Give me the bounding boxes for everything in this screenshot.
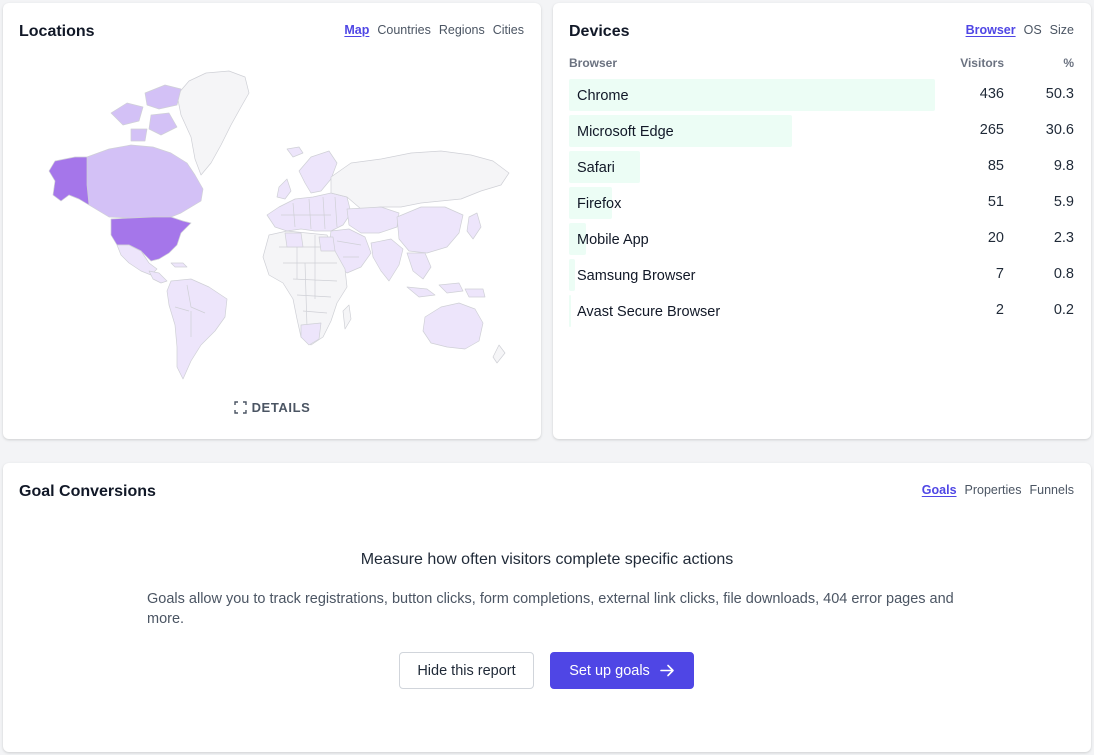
visitor-percent: 5.9 [1053, 194, 1074, 210]
map-europe [266, 192, 352, 232]
tab-goals[interactable]: Goals [922, 483, 957, 497]
visitor-percent: 2.3 [1053, 230, 1074, 246]
visitor-percent: 0.2 [1053, 302, 1074, 318]
map-south-america [166, 278, 228, 380]
tab-size[interactable]: Size [1050, 23, 1074, 37]
empty-state-title: Measure how often visitors complete spec… [360, 551, 734, 568]
tab-cities[interactable]: Cities [493, 23, 524, 37]
map-china [396, 206, 464, 254]
tab-map[interactable]: Map [344, 23, 369, 37]
browser-name[interactable]: Microsoft Edge [577, 124, 674, 140]
table-row[interactable]: Samsung Browser 7 0.8 [569, 259, 1074, 291]
browser-name[interactable]: Safari [577, 160, 615, 176]
column-header-percent[interactable]: % [1063, 56, 1074, 70]
map-canada [86, 144, 204, 219]
empty-state-description: Goals allow you to track registrations, … [147, 591, 954, 627]
devices-title: Devices [569, 23, 630, 40]
map-indonesia [406, 282, 486, 298]
tab-os[interactable]: OS [1024, 23, 1042, 37]
table-row[interactable]: Firefox 51 5.9 [569, 187, 1074, 219]
map-southeast-asia [406, 252, 432, 280]
tab-regions[interactable]: Regions [439, 23, 485, 37]
column-header-browser: Browser [569, 56, 618, 70]
table-row[interactable]: Avast Secure Browser 2 0.2 [569, 295, 1074, 327]
table-row[interactable]: Mobile App 20 2.3 [569, 223, 1074, 255]
devices-card: Devices Browser OS Size Browser Visitors… [553, 3, 1091, 439]
goals-tabs: Goals Properties Funnels [922, 483, 1074, 497]
map-india [370, 238, 404, 282]
map-canada-islands [110, 84, 182, 142]
devices-tabs: Browser OS Size [966, 23, 1074, 37]
map-japan [466, 212, 482, 240]
map-madagascar [342, 304, 352, 330]
browser-name[interactable]: Mobile App [577, 232, 649, 248]
goals-title: Goal Conversions [19, 483, 156, 500]
devices-table-body: Chrome 436 50.3 Microsoft Edge 265 30.6 … [569, 79, 1074, 331]
browser-name[interactable]: Avast Secure Browser [577, 304, 720, 320]
map-greenland [176, 70, 250, 176]
row-bar [569, 259, 575, 291]
map-uk [276, 178, 292, 200]
visitor-count: 2 [995, 302, 1004, 318]
visitor-percent: 9.8 [1053, 158, 1074, 174]
goal-conversions-card: Goal Conversions Goals Properties Funnel… [3, 463, 1091, 752]
visitor-count: 436 [979, 86, 1004, 102]
map-central-america [148, 270, 168, 284]
world-map[interactable] [31, 67, 513, 385]
map-iceland [286, 146, 304, 158]
tab-countries[interactable]: Countries [377, 23, 431, 37]
map-russia [330, 150, 510, 210]
hide-report-label: Hide this report [417, 662, 516, 679]
browser-name[interactable]: Samsung Browser [577, 268, 695, 284]
tab-funnels[interactable]: Funnels [1030, 483, 1074, 497]
arrow-right-icon [660, 664, 674, 677]
column-header-visitors[interactable]: Visitors [960, 56, 1004, 70]
visitor-percent: 30.6 [1045, 122, 1074, 138]
setup-goals-label: Set up goals [569, 662, 650, 679]
browser-name[interactable]: Firefox [577, 196, 621, 212]
map-south-africa [300, 322, 322, 346]
map-new-zealand [492, 344, 506, 364]
map-australia [422, 302, 484, 350]
browser-name[interactable]: Chrome [577, 88, 629, 104]
table-row[interactable]: Safari 85 9.8 [569, 151, 1074, 183]
locations-card: Locations Map Countries Regions Cities D… [3, 3, 541, 439]
tab-properties[interactable]: Properties [965, 483, 1022, 497]
visitor-count: 51 [987, 194, 1004, 210]
expand-icon [233, 401, 247, 414]
table-row[interactable]: Chrome 436 50.3 [569, 79, 1074, 111]
row-bar [569, 295, 571, 327]
map-central-asia [346, 206, 400, 234]
map-caribbean [170, 262, 188, 268]
setup-goals-button[interactable]: Set up goals [550, 652, 694, 689]
visitor-percent: 50.3 [1045, 86, 1074, 102]
tab-browser[interactable]: Browser [966, 23, 1016, 37]
visitor-percent: 0.8 [1053, 266, 1074, 282]
visitor-count: 20 [987, 230, 1004, 246]
table-row[interactable]: Microsoft Edge 265 30.6 [569, 115, 1074, 147]
map-alaska [48, 156, 90, 206]
visitor-count: 265 [979, 122, 1004, 138]
details-button[interactable]: DETAILS [3, 400, 541, 415]
hide-report-button[interactable]: Hide this report [399, 652, 534, 689]
visitor-count: 7 [995, 266, 1004, 282]
locations-title: Locations [19, 23, 95, 40]
visitor-count: 85 [987, 158, 1004, 174]
details-label: DETAILS [251, 400, 311, 415]
locations-tabs: Map Countries Regions Cities [344, 23, 524, 37]
